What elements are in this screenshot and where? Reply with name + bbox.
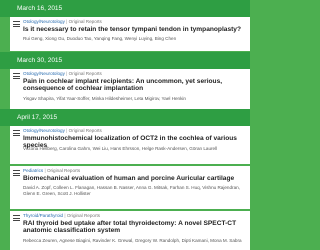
article-card[interactable]: Otology/Neurotology | Original Reports P… [10, 69, 250, 113]
article-source: Otology/Neurotology | Original Reports [23, 71, 102, 76]
journal-link[interactable]: Otology/Neurotology [23, 19, 65, 24]
menu-icon[interactable] [13, 21, 20, 27]
article-source: Otology/Neurotology | Original Reports [23, 128, 102, 133]
article-type: Original Reports [46, 168, 81, 173]
article-card[interactable]: Pediatrics | Original Reports Biomechani… [10, 166, 250, 209]
menu-icon[interactable] [13, 130, 20, 136]
article-authors: Yisgav Shapira, Yifat Yaar-Soffer, Minka… [23, 96, 186, 101]
article-authors: Rui Geng, Xiong Gu, Duoduo Tao, Yanqing … [23, 36, 177, 41]
article-card[interactable]: Otology/Neurotology | Original Reports I… [10, 126, 250, 164]
menu-icon[interactable] [13, 215, 20, 221]
article-type: Original Reports [68, 19, 102, 24]
journal-link[interactable]: Otology/Neurotology [23, 128, 65, 133]
date-label: April 17, 2015 [17, 114, 58, 121]
article-title[interactable]: Is it necessary to retain the tensor tym… [23, 26, 248, 33]
article-type: Original Reports [68, 128, 102, 133]
journal-link[interactable]: Pediatrics [23, 168, 43, 173]
article-title[interactable]: Pain in cochlear implant recipients: An … [23, 78, 248, 93]
date-header: April 17, 2015 [0, 109, 250, 126]
article-type: Original Reports [66, 213, 101, 218]
article-type: Original Reports [68, 71, 102, 76]
journal-link[interactable]: Otology/Neurotology [23, 71, 65, 76]
article-source: Thyroid/Parathyroid | Original Reports [23, 213, 101, 218]
date-label: March 16, 2015 [17, 5, 63, 12]
menu-icon[interactable] [13, 170, 20, 176]
article-authors: Victoria Hellberg, Carolina Gahm, Wei Li… [23, 146, 218, 151]
article-authors: David A. Zopf, Colleen L. Flanagan, Hass… [23, 185, 240, 196]
date-header: March 16, 2015 [0, 0, 250, 17]
article-source: Otology/Neurotology | Original Reports [23, 19, 102, 24]
article-card[interactable]: Otology/Neurotology | Original Reports I… [10, 17, 250, 51]
date-label: March 30, 2015 [17, 57, 63, 64]
article-source: Pediatrics | Original Reports [23, 168, 81, 173]
date-header: March 30, 2015 [0, 52, 250, 69]
journal-link[interactable]: Thyroid/Parathyroid [23, 213, 63, 218]
menu-icon[interactable] [13, 73, 20, 79]
article-title[interactable]: Biomechanical evaluation of human and po… [23, 175, 248, 182]
article-title[interactable]: RAI thyroid bed uptake after total thyro… [23, 220, 248, 235]
article-card[interactable]: Thyroid/Parathyroid | Original Reports R… [10, 211, 250, 250]
article-feed: March 16, 2015 Otology/Neurotology | Ori… [0, 0, 250, 250]
article-authors: Rebecca Zeuren, Agnese Biagini, Ravinder… [23, 238, 242, 243]
